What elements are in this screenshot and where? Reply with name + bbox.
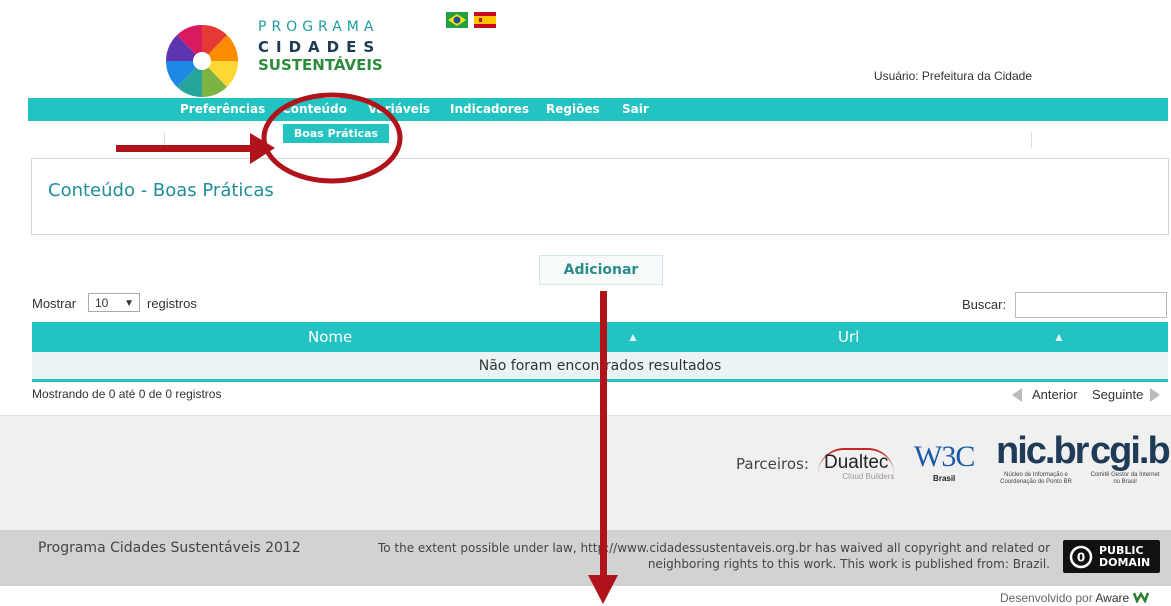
search-input[interactable] [1015, 292, 1167, 318]
submenu-item-boas-praticas[interactable]: Boas Práticas [283, 124, 389, 143]
nav-item-variaveis[interactable]: Variáveis [368, 98, 430, 121]
table-info: Mostrando de 0 até 0 de 0 registros [32, 387, 222, 401]
search-label: Buscar: [962, 297, 1007, 312]
partner-name: W3C [914, 440, 975, 473]
column-header-nome[interactable]: Nome [308, 322, 352, 352]
sort-icon[interactable]: ▲ [1053, 322, 1065, 352]
show-entries-value: 10 [95, 296, 109, 310]
aware-logo-icon [1132, 591, 1149, 604]
partner-sub: Comitê Gestor da Internet no Brasil [1090, 472, 1160, 485]
partner-sub: Núcleo de Informação e Coordenação do Po… [1000, 472, 1072, 485]
nav-item-indicadores[interactable]: Indicadores [450, 98, 529, 121]
add-button[interactable]: Adicionar [539, 255, 663, 285]
partners-label: Parceiros: [736, 455, 809, 473]
prev-arrow-icon[interactable] [1012, 388, 1022, 402]
page-title: Conteúdo - Boas Práticas [48, 180, 274, 201]
column-header-url[interactable]: Url [838, 322, 859, 352]
pagination-next[interactable]: Seguinte [1092, 387, 1143, 402]
partner-logo-dualtec[interactable]: Dualtec Cloud Builders [818, 448, 895, 481]
sort-icon[interactable]: ▲ [627, 322, 639, 352]
logo-line-1: PROGRAMA [258, 19, 379, 35]
partner-logo-nic-br[interactable]: nic.br Núcleo de Informação e Coordenaçã… [996, 430, 1089, 486]
license-text: To the extent possible under law, http:/… [377, 541, 1050, 571]
nav-item-conteudo[interactable]: Conteúdo [282, 98, 347, 121]
nav-item-sair[interactable]: Sair [622, 98, 649, 121]
copyright-text: Programa Cidades Sustentáveis 2012 [38, 540, 301, 556]
empty-message: Não foram encontrados resultados [478, 358, 722, 374]
pd-badge-line2: DOMAIN [1099, 556, 1151, 569]
public-domain-icon: 0 [1069, 545, 1093, 569]
public-domain-badge[interactable]: 0 PUBLIC DOMAIN [1063, 540, 1160, 573]
show-entries-suffix: registros [147, 296, 197, 311]
logo-line-2: CIDADES [258, 38, 382, 56]
spain-flag-icon[interactable] [474, 12, 496, 28]
chevron-down-icon: ▼ [124, 298, 134, 309]
developed-by: Desenvolvido por Aware [1000, 591, 1149, 605]
show-entries-select[interactable]: 10 ▼ [88, 293, 140, 312]
partner-sub: Brasil [933, 474, 956, 483]
developed-by-label: Desenvolvido por [1000, 591, 1093, 605]
partner-logo-w3c[interactable]: W3C Brasil [914, 440, 975, 483]
user-info: Usuário: Prefeitura da Cidade [873, 69, 1032, 83]
svg-text:0: 0 [1077, 551, 1085, 565]
pagination-prev[interactable]: Anterior [1032, 387, 1078, 402]
logo-line-3: SUSTENTÁVEIS [258, 56, 383, 74]
table-header [32, 322, 1168, 352]
partner-logo-cgi-br[interactable]: cgi.br Comitê Gestor da Internet no Bras… [1090, 430, 1171, 486]
partner-name: nic.br [996, 430, 1089, 472]
logo-swirl-icon [165, 24, 239, 98]
developer-name[interactable]: Aware [1095, 591, 1129, 605]
partner-name: cgi.br [1090, 430, 1171, 472]
show-entries-label: Mostrar [32, 296, 77, 311]
nav-item-preferencias[interactable]: Preferências [180, 98, 265, 121]
partner-name: Dualtec [818, 448, 895, 474]
logo-text: PROGRAMA CIDADES SUSTENTÁVEIS [258, 18, 383, 74]
nav-item-regioes[interactable]: Regiões [546, 98, 600, 121]
next-arrow-icon[interactable] [1150, 388, 1160, 402]
brazil-flag-icon[interactable] [446, 12, 468, 28]
